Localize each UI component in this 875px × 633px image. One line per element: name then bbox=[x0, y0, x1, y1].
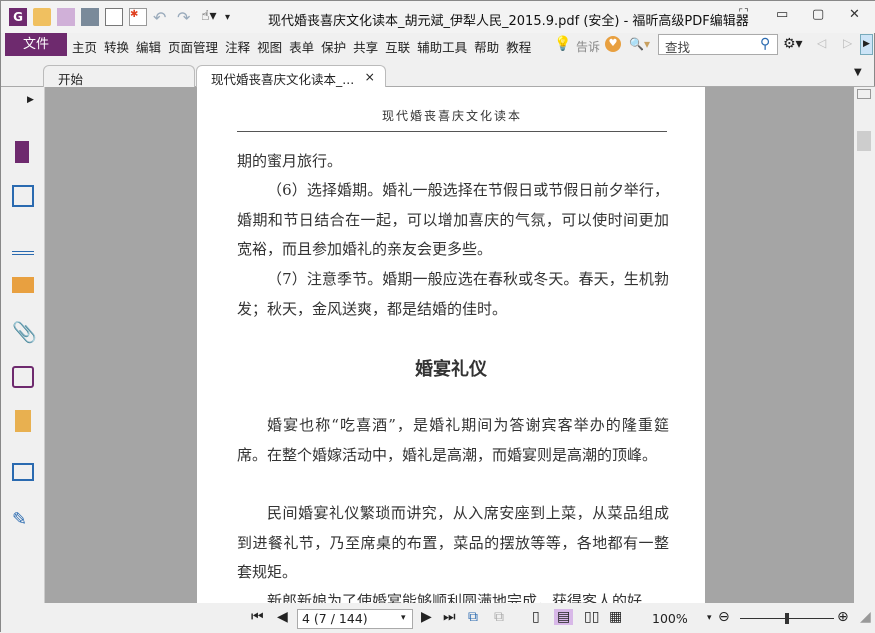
document-view: 现代婚丧喜庆文化读本 期的蜜月旅行。 （6）选择婚期。婚礼一般选择在节假日或节假… bbox=[45, 87, 854, 603]
single-page-icon[interactable]: ▯ bbox=[532, 609, 540, 625]
signature-icon[interactable] bbox=[12, 366, 34, 388]
paragraph: （6）选择婚期。婚礼一般选择在节假日或节假日前夕举行，婚期和节日结合在一起，可以… bbox=[237, 181, 669, 258]
new-document-icon[interactable]: ✱ bbox=[129, 8, 147, 26]
comments-icon[interactable] bbox=[12, 277, 34, 293]
tab-close-icon[interactable]: × bbox=[365, 69, 375, 84]
paragraph: 婚宴也称“吃喜酒”，是婚礼期间为答谢宾客举办的隆重筵席。在整个婚嫁活动中，婚礼是… bbox=[237, 416, 669, 464]
zoom-slider-thumb[interactable] bbox=[785, 613, 789, 624]
paragraph: 期的蜜月旅行。 bbox=[237, 152, 343, 170]
zoom-level[interactable]: 100% bbox=[652, 611, 688, 626]
pdf-page: 现代婚丧喜庆文化读本 期的蜜月旅行。 （6）选择婚期。婚礼一般选择在节假日或节假… bbox=[197, 87, 705, 603]
menu-form[interactable]: 表单 bbox=[289, 37, 314, 56]
section-heading: 婚宴礼仪 bbox=[415, 359, 487, 380]
restore-button[interactable]: ▢ bbox=[812, 7, 824, 22]
paragraph: 新郎新娘为了使婚宴能够顺利圆满地完成，获得客人的好 bbox=[267, 592, 643, 603]
menu-page-manage[interactable]: 页面管理 bbox=[168, 37, 218, 56]
menu-file[interactable]: 文件 bbox=[5, 33, 67, 56]
tell-me-label[interactable]: 告诉 bbox=[576, 38, 600, 55]
next-result-icon[interactable]: ▷ bbox=[843, 36, 852, 50]
minimize-button[interactable]: ▭ bbox=[776, 7, 788, 22]
gear-icon[interactable]: ⚙▾ bbox=[783, 36, 803, 52]
hand-tool-icon[interactable]: ☝▾ bbox=[201, 8, 219, 26]
window-title: 现代婚丧喜庆文化读本_胡元斌_伊犁人民_2015.9.pdf (安全) - 福昕… bbox=[268, 14, 749, 29]
heart-icon[interactable]: ♥ bbox=[605, 36, 621, 52]
scroll-up-button[interactable] bbox=[857, 89, 871, 99]
email-icon[interactable] bbox=[105, 8, 123, 26]
resize-grip-icon[interactable]: ◢ bbox=[860, 609, 871, 625]
menu-convert[interactable]: 转换 bbox=[104, 37, 129, 56]
tabs-dropdown-icon[interactable]: ▼ bbox=[854, 67, 862, 78]
paragraph: 民间婚宴礼仪繁琐而讲究，从入席安座到上菜，从菜品组成到进餐礼节，乃至席桌的布置，… bbox=[237, 504, 669, 581]
menu-tutorial[interactable]: 教程 bbox=[506, 37, 531, 56]
pages-icon[interactable] bbox=[12, 185, 34, 207]
lightbulb-icon[interactable]: 💡 bbox=[554, 36, 571, 52]
running-header: 现代婚丧喜庆文化读本 bbox=[237, 107, 667, 132]
previous-view-icon[interactable]: ⧉ bbox=[468, 609, 478, 625]
next-view-icon[interactable]: ⧉ bbox=[494, 609, 504, 625]
last-page-button[interactable]: ⏭ bbox=[443, 609, 456, 625]
prev-page-button[interactable]: ◀ bbox=[277, 609, 288, 625]
zoom-in-button[interactable]: ⊕ bbox=[837, 609, 849, 625]
print-icon[interactable] bbox=[81, 8, 99, 26]
zoom-dropdown-icon[interactable]: ▾ bbox=[707, 613, 712, 623]
menu-comment[interactable]: 注释 bbox=[225, 37, 250, 56]
scroll-thumb[interactable] bbox=[857, 131, 871, 151]
expand-panel-icon[interactable]: ▶ bbox=[27, 95, 34, 105]
menu-help[interactable]: 帮助 bbox=[474, 37, 499, 56]
expand-ribbon-icon[interactable]: ▶ bbox=[860, 34, 873, 55]
attachment-icon[interactable]: 📎 bbox=[12, 320, 37, 344]
folder-search-icon[interactable]: 🔍▾ bbox=[629, 37, 650, 51]
lock-icon[interactable] bbox=[15, 410, 31, 432]
tab-document[interactable]: 现代婚丧喜庆文化读本_... × bbox=[196, 65, 386, 87]
next-page-button[interactable]: ▶ bbox=[421, 609, 432, 625]
open-folder-icon[interactable] bbox=[33, 8, 51, 26]
search-icon[interactable]: ⚲ bbox=[760, 36, 770, 52]
page-number-field[interactable]: 4 (7 / 144) bbox=[297, 609, 413, 629]
app-logo-icon: G bbox=[9, 8, 27, 26]
ribbon-menu: 文件 主页 转换 编辑 页面管理 注释 视图 表单 保护 共享 互联 辅助工具 … bbox=[1, 33, 875, 57]
menu-protect[interactable]: 保护 bbox=[321, 37, 346, 56]
close-button[interactable]: ✕ bbox=[849, 7, 860, 22]
continuous-page-icon[interactable]: ▤ bbox=[554, 609, 574, 625]
form-fields-icon[interactable] bbox=[12, 463, 34, 481]
menu-edit[interactable]: 编辑 bbox=[136, 37, 161, 56]
tab-label: 开始 bbox=[58, 72, 84, 87]
two-page-continuous-icon[interactable]: ▦ bbox=[609, 609, 622, 625]
status-bar: ⏮ ◀ 4 (7 / 144) ▾ ▶ ⏭ ⧉ ⧉ ▯ ▤ ▯▯ ▦ 100% … bbox=[1, 603, 875, 633]
save-icon[interactable] bbox=[57, 8, 75, 26]
menu-share[interactable]: 共享 bbox=[353, 37, 378, 56]
customize-dropdown-icon[interactable]: ▾ bbox=[225, 12, 230, 23]
menu-home[interactable]: 主页 bbox=[72, 37, 97, 56]
tab-label: 现代婚丧喜庆文化读本_... bbox=[211, 72, 355, 87]
page-dropdown-icon[interactable]: ▾ bbox=[401, 613, 406, 623]
fullscreen-icon[interactable]: ⛶ bbox=[739, 7, 748, 22]
layers-icon[interactable] bbox=[12, 233, 34, 255]
certify-icon[interactable]: ✎ bbox=[12, 509, 34, 531]
tab-start[interactable]: 开始 bbox=[43, 65, 195, 87]
paragraph: （7）注意季节。婚期一般应选在春秋或冬天。春天，生机勃发；秋天，金风送爽，都是结… bbox=[237, 270, 669, 318]
menu-view[interactable]: 视图 bbox=[257, 37, 282, 56]
undo-icon[interactable]: ↶ bbox=[153, 8, 171, 27]
vertical-scrollbar[interactable] bbox=[854, 87, 875, 603]
two-page-icon[interactable]: ▯▯ bbox=[584, 609, 599, 625]
page-thumbnails-icon[interactable] bbox=[15, 141, 29, 163]
navigation-panel: ▶ 📎 ✎ bbox=[1, 87, 45, 603]
redo-icon[interactable]: ↷ bbox=[177, 8, 195, 27]
first-page-button[interactable]: ⏮ bbox=[251, 609, 264, 625]
menu-accessibility[interactable]: 辅助工具 bbox=[417, 37, 467, 56]
document-tabs: 开始 现代婚丧喜庆文化读本_... × ▼ bbox=[1, 63, 875, 87]
zoom-slider[interactable] bbox=[740, 613, 834, 624]
zoom-out-button[interactable]: ⊖ bbox=[718, 609, 730, 625]
prev-result-icon[interactable]: ◁ bbox=[817, 36, 826, 50]
title-bar: G ✱ ↶ ↷ ☝▾ ▾ 现代婚丧喜庆文化读本_胡元斌_伊犁人民_2015.9.… bbox=[1, 1, 875, 33]
menu-connect[interactable]: 互联 bbox=[385, 37, 410, 56]
